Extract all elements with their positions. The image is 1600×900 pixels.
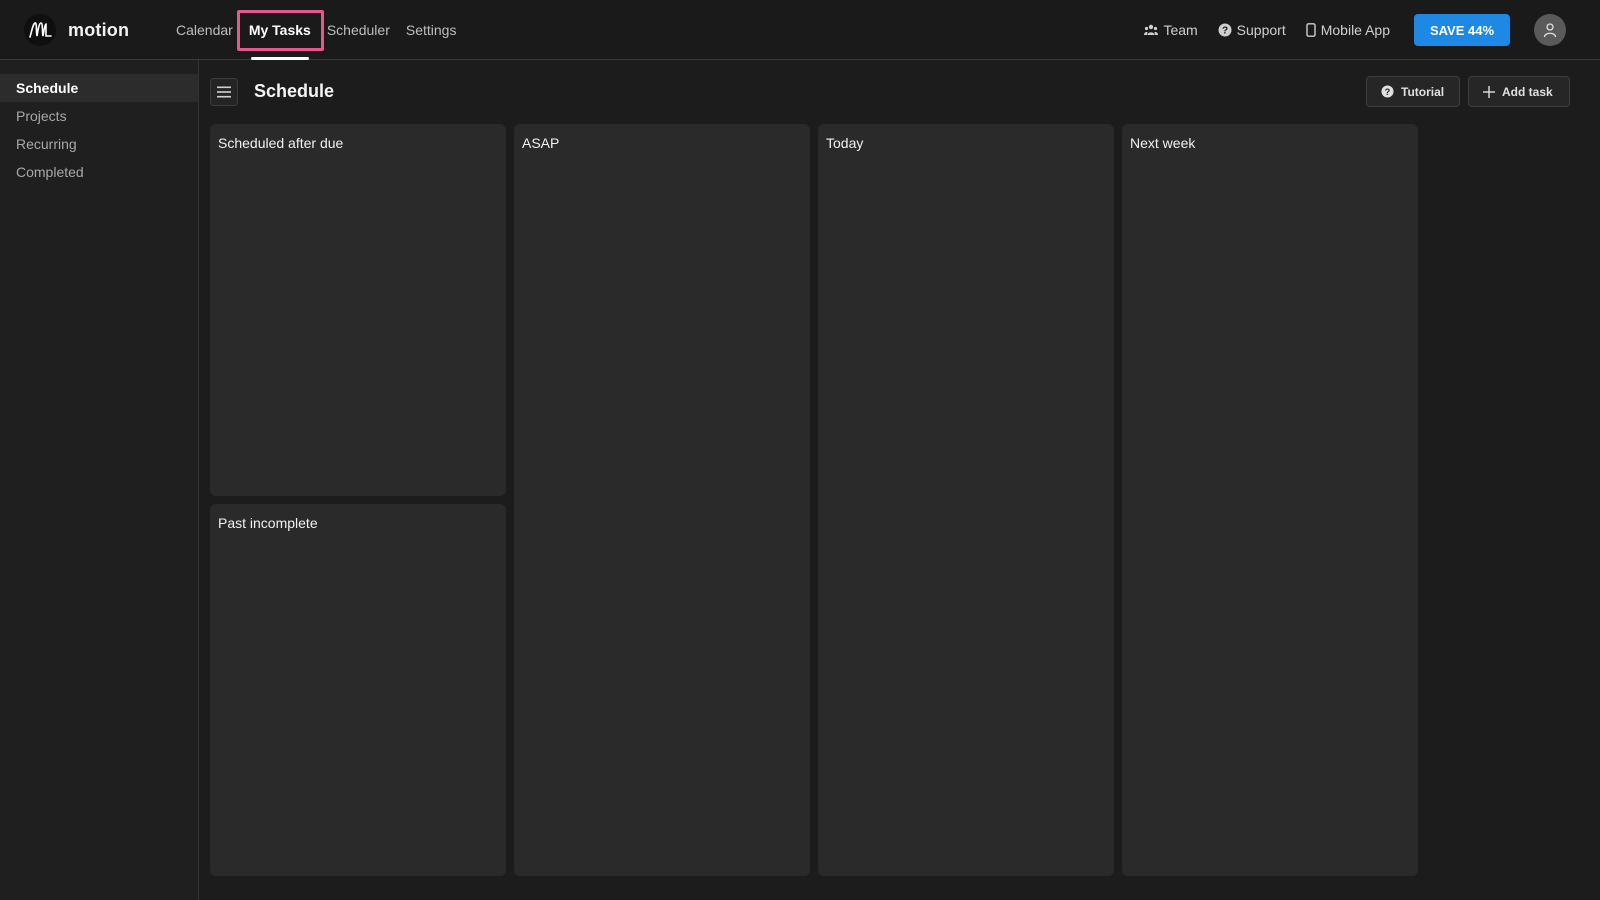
avatar[interactable] — [1534, 14, 1566, 46]
team-label: Team — [1163, 22, 1197, 38]
nav-calendar[interactable]: Calendar — [168, 0, 241, 60]
tutorial-button[interactable]: ? Tutorial — [1366, 76, 1460, 107]
add-task-button[interactable]: Add task — [1468, 76, 1570, 107]
column-asap[interactable]: ASAP — [514, 124, 810, 876]
team-icon — [1144, 24, 1158, 36]
sidebar-item-projects[interactable]: Projects — [0, 102, 198, 130]
page-title: Schedule — [254, 81, 334, 102]
user-icon — [1542, 22, 1558, 38]
team-link[interactable]: Team — [1144, 22, 1197, 38]
hamburger-menu-icon — [217, 86, 231, 98]
sidebar-item-completed[interactable]: Completed — [0, 158, 198, 186]
nav-scheduler[interactable]: Scheduler — [319, 0, 398, 60]
column-next-week[interactable]: Next week — [1122, 124, 1418, 876]
sidebar-item-schedule[interactable]: Schedule — [0, 74, 198, 102]
svg-text:?: ? — [1222, 26, 1228, 37]
nav-settings[interactable]: Settings — [398, 0, 465, 60]
mobile-app-link[interactable]: Mobile App — [1306, 22, 1390, 38]
brand-name: motion — [68, 20, 129, 41]
support-label: Support — [1237, 22, 1286, 38]
column-past-incomplete[interactable]: Past incomplete — [210, 504, 506, 876]
column-today[interactable]: Today — [818, 124, 1114, 876]
brand[interactable]: motion — [24, 14, 129, 46]
save-upgrade-button[interactable]: SAVE 44% — [1414, 14, 1510, 46]
svg-text:?: ? — [1385, 87, 1391, 97]
motion-logo-icon — [24, 14, 56, 46]
column-scheduled-after-due[interactable]: Scheduled after due — [210, 124, 506, 496]
column-title: ASAP — [522, 135, 559, 151]
mobile-phone-icon — [1306, 23, 1316, 37]
plus-icon — [1483, 86, 1495, 98]
header-right: Team ? Support Mobile App SAVE 44% — [1144, 0, 1600, 60]
main-toolbar: Schedule ? Tutorial Add task — [200, 60, 1600, 122]
support-link[interactable]: ? Support — [1218, 22, 1286, 38]
help-circle-icon: ? — [1218, 23, 1232, 37]
sidebar-item-recurring[interactable]: Recurring — [0, 130, 198, 158]
column-title: Past incomplete — [218, 515, 318, 531]
column-title: Today — [826, 135, 863, 151]
main-nav: Calendar My Tasks Scheduler Settings — [168, 0, 464, 60]
sidebar-toggle-button[interactable] — [210, 78, 238, 106]
sidebar: Schedule Projects Recurring Completed — [0, 60, 199, 900]
column-title: Scheduled after due — [218, 135, 343, 151]
nav-my-tasks[interactable]: My Tasks — [241, 0, 319, 60]
add-task-label: Add task — [1502, 85, 1553, 99]
tutorial-label: Tutorial — [1401, 85, 1444, 99]
help-circle-icon: ? — [1381, 85, 1394, 98]
mobile-app-label: Mobile App — [1321, 22, 1390, 38]
main-content: Schedule ? Tutorial Add task Scheduled a… — [200, 60, 1600, 900]
column-title: Next week — [1130, 135, 1195, 151]
top-bar: motion Calendar My Tasks Scheduler Setti… — [0, 0, 1600, 60]
